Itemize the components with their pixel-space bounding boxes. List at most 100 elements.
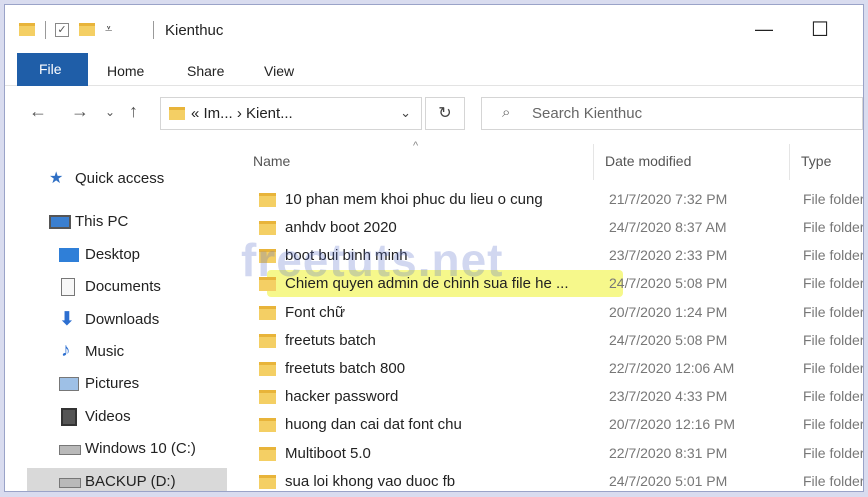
file-date: 24/7/2020 5:01 PM: [609, 473, 728, 489]
file-type: File folder: [803, 304, 864, 320]
table-row[interactable]: huong dan cai dat font chu 20/7/2020 12:…: [245, 411, 863, 439]
sidebar-item-label: Pictures: [85, 375, 140, 392]
address-row: ← → ⌄ ↑ « Im... › Kient... ⌄ ↻ ⌕ Search …: [5, 87, 863, 137]
address-path[interactable]: « Im... › Kient...: [191, 105, 293, 122]
customize-toolbar-icon[interactable]: ⩡: [105, 21, 112, 37]
file-date: 23/7/2020 4:33 PM: [609, 388, 728, 404]
folder-icon: [259, 447, 276, 461]
desktop-icon: [59, 248, 79, 262]
file-date: 24/7/2020 8:37 AM: [609, 219, 727, 235]
tab-view[interactable]: View: [264, 63, 294, 79]
file-name: freetuts batch 800: [285, 360, 406, 377]
tab-share[interactable]: Share: [187, 63, 224, 79]
minimize-button[interactable]: —: [755, 19, 773, 40]
tab-file[interactable]: File: [17, 53, 88, 86]
star-icon: ★: [49, 170, 64, 187]
file-date: 21/7/2020 7:32 PM: [609, 191, 728, 207]
file-name: 10 phan mem khoi phuc du lieu o cung: [285, 191, 543, 208]
divider: [153, 21, 154, 39]
table-row[interactable]: freetuts batch 800 22/7/2020 12:06 AM Fi…: [245, 355, 863, 383]
file-name: freetuts batch: [285, 332, 376, 349]
sidebar-item-downloads[interactable]: ⬇ Downloads: [5, 306, 230, 334]
column-divider[interactable]: [593, 144, 594, 180]
file-type: File folder: [803, 219, 864, 235]
properties-icon[interactable]: ✓: [55, 23, 69, 37]
file-date: 23/7/2020 2:33 PM: [609, 247, 728, 263]
sidebar-item-label: Quick access: [75, 170, 165, 187]
file-date: 20/7/2020 12:16 PM: [609, 416, 736, 432]
sidebar-item-quick-access[interactable]: ★ Quick access: [5, 165, 230, 193]
ribbon-tabs: File Home Share View: [5, 53, 863, 86]
table-row[interactable]: 10 phan mem khoi phuc du lieu o cung 21/…: [245, 186, 863, 214]
title-bar: ✓ ⩡ Kienthuc — ☐: [5, 5, 863, 53]
search-box[interactable]: ⌕ Search Kienthuc: [481, 97, 863, 130]
folder-icon: [259, 306, 276, 320]
sidebar-item-music[interactable]: ♪ Music: [5, 338, 230, 366]
folder-icon: [19, 23, 35, 36]
folder-icon: [169, 107, 185, 120]
up-button[interactable]: ↑: [129, 101, 138, 122]
file-type: File folder: [803, 275, 864, 291]
sidebar-item-label: Windows 10 (C:): [85, 440, 196, 457]
column-header-type[interactable]: Type: [801, 153, 831, 169]
sort-ascending-icon: ^: [413, 140, 419, 152]
file-list: ^ Name Date modified Type 10 phan mem kh…: [245, 140, 863, 491]
forward-button[interactable]: →: [71, 101, 89, 122]
file-date: 22/7/2020 12:06 AM: [609, 360, 735, 376]
new-folder-icon[interactable]: [79, 23, 95, 36]
column-header-name[interactable]: Name: [253, 153, 290, 169]
sidebar-item-label: This PC: [75, 213, 129, 230]
folder-icon: [259, 362, 276, 376]
drive-icon: [59, 478, 81, 488]
maximize-button[interactable]: ☐: [811, 17, 829, 42]
sidebar-item-label: Documents: [85, 278, 161, 295]
address-bar[interactable]: « Im... › Kient... ⌄: [160, 97, 422, 130]
sidebar-item-pictures[interactable]: Pictures: [5, 370, 230, 398]
column-header-date[interactable]: Date modified: [605, 153, 691, 169]
folder-icon: [259, 334, 276, 348]
table-row[interactable]: Font chữ 20/7/2020 1:24 PM File folder: [245, 299, 863, 327]
file-name: Multiboot 5.0: [285, 445, 371, 462]
table-row[interactable]: sua loi khong vao duoc fb 24/7/2020 5:01…: [245, 468, 863, 491]
sidebar-item-windows-drive[interactable]: Windows 10 (C:): [5, 435, 230, 463]
file-name: hacker password: [285, 388, 399, 405]
sidebar-item-videos[interactable]: Videos: [5, 403, 230, 431]
tab-home[interactable]: Home: [107, 63, 144, 79]
watermark: freetuts.net: [241, 234, 504, 286]
search-input[interactable]: Search Kienthuc: [532, 105, 642, 122]
file-type: File folder: [803, 332, 864, 348]
column-divider[interactable]: [789, 144, 790, 180]
file-type: File folder: [803, 191, 864, 207]
table-row[interactable]: freetuts batch 24/7/2020 5:08 PM File fo…: [245, 327, 863, 355]
sidebar-item-documents[interactable]: Documents: [5, 273, 230, 301]
music-icon: ♪: [61, 340, 71, 361]
file-date: 24/7/2020 5:08 PM: [609, 275, 728, 291]
folder-icon: [259, 418, 276, 432]
sidebar-item-label: Desktop: [85, 246, 141, 263]
folder-icon: [259, 390, 276, 404]
sidebar-item-label: Music: [85, 343, 125, 360]
explorer-window: ✓ ⩡ Kienthuc — ☐ File Home Share View ← …: [4, 4, 864, 492]
sidebar-item-label: BACKUP (D:): [85, 473, 176, 490]
window-title: Kienthuc: [165, 22, 224, 39]
sidebar-item-this-pc[interactable]: This PC: [5, 208, 230, 236]
sidebar-item-backup-drive[interactable]: BACKUP (D:): [27, 468, 227, 491]
folder-icon: [259, 193, 276, 207]
sidebar-item-label: Downloads: [85, 311, 160, 328]
pictures-icon: [59, 377, 79, 391]
file-name: huong dan cai dat font chu: [285, 416, 462, 433]
navigation-pane: ★ Quick access This PC Desktop Documents…: [5, 165, 230, 491]
documents-icon: [61, 278, 75, 296]
chevron-down-icon[interactable]: ⌄: [400, 105, 411, 121]
sidebar-item-desktop[interactable]: Desktop: [5, 241, 230, 269]
table-row[interactable]: hacker password 23/7/2020 4:33 PM File f…: [245, 383, 863, 411]
file-type: File folder: [803, 445, 864, 461]
recent-locations-button[interactable]: ⌄: [105, 105, 115, 119]
folder-icon: [259, 475, 276, 489]
refresh-button[interactable]: ↻: [425, 97, 465, 130]
file-type: File folder: [803, 360, 864, 376]
file-type: File folder: [803, 388, 864, 404]
divider: [45, 21, 46, 39]
table-row[interactable]: Multiboot 5.0 22/7/2020 8:31 PM File fol…: [245, 440, 863, 468]
back-button[interactable]: ←: [29, 101, 47, 122]
